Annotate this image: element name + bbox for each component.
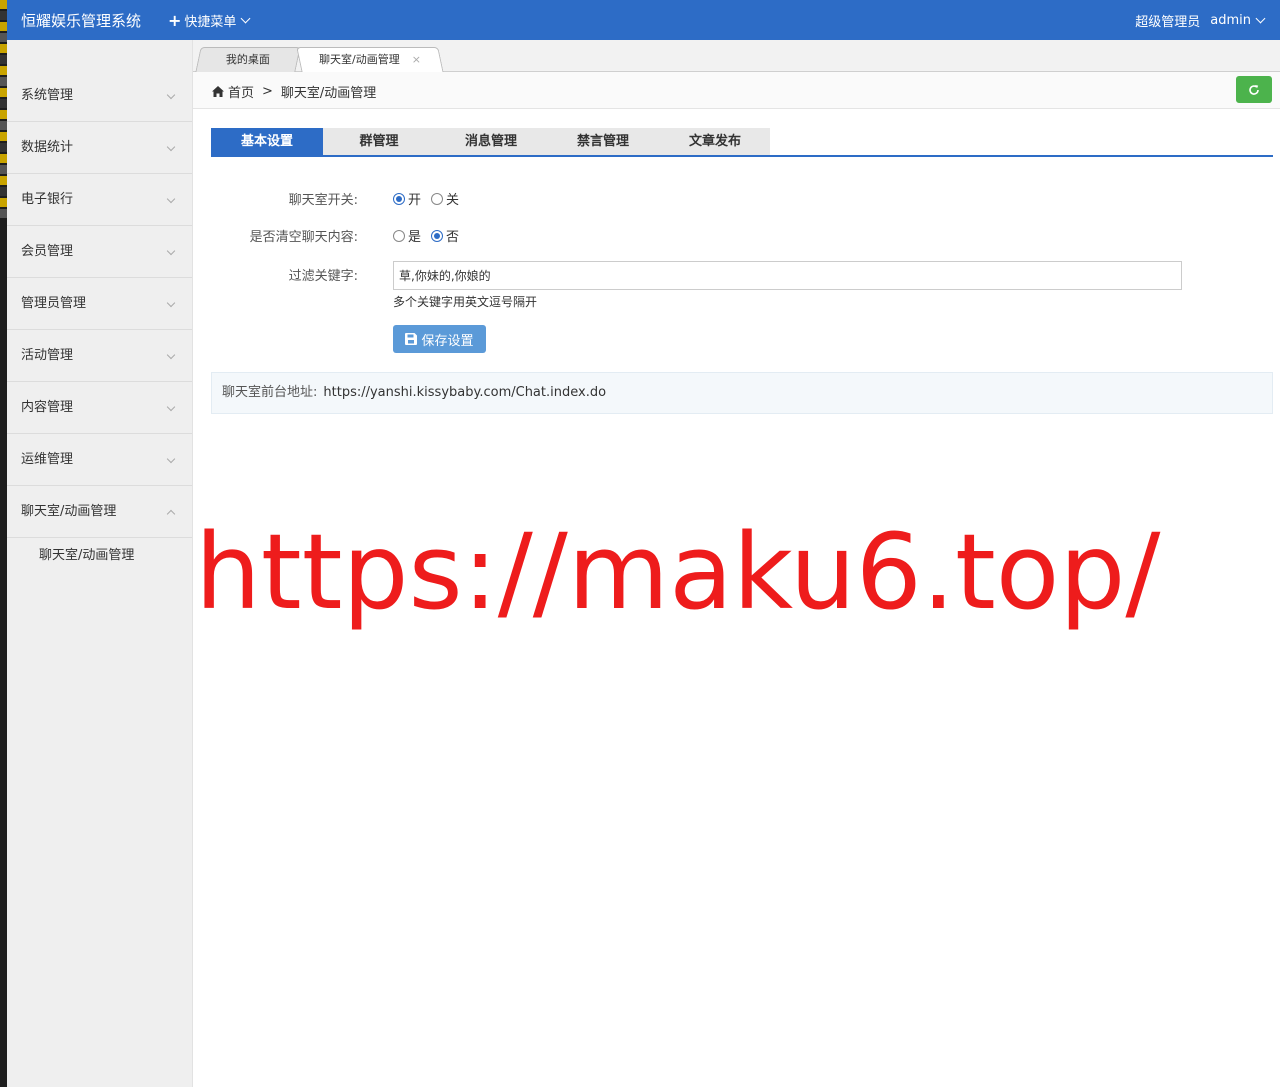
- sidebar-item-content[interactable]: 内容管理: [7, 382, 192, 434]
- user-menu[interactable]: 超级管理员 admin: [1135, 11, 1266, 30]
- tab-basic-settings[interactable]: 基本设置: [211, 128, 323, 155]
- sidebar-menu: 系统管理 数据统计 电子银行 会员管理 管理员管理 活动管理 内容管理 运维管理…: [7, 70, 192, 574]
- chevron-down-icon: [166, 298, 176, 308]
- brand-title: 恒耀娱乐管理系统: [21, 12, 142, 30]
- tab-group-management[interactable]: 群管理: [323, 128, 435, 155]
- keywords-label: 过滤关键字:: [288, 269, 358, 284]
- quick-menu-label: 快捷菜单: [184, 15, 237, 30]
- plus-icon: +: [168, 10, 182, 30]
- refresh-icon: [1249, 85, 1259, 95]
- tab-mute-management[interactable]: 禁言管理: [547, 128, 659, 155]
- tab-chatroom[interactable]: 聊天室/动画管理 ×: [296, 47, 444, 73]
- sidebar-item-ebank[interactable]: 电子银行: [7, 174, 192, 226]
- chevron-down-icon: [166, 350, 176, 360]
- keywords-input[interactable]: [393, 261, 1182, 290]
- chevron-down-icon: [166, 90, 176, 100]
- tab-message-management[interactable]: 消息管理: [435, 128, 547, 155]
- sidebar-item-members[interactable]: 会员管理: [7, 226, 192, 278]
- home-icon: [212, 86, 224, 97]
- radio-checked[interactable]: [431, 229, 444, 242]
- clear-content-radios: 是 否: [393, 226, 469, 245]
- breadcrumb: 首页 > 聊天室/动画管理: [212, 82, 376, 101]
- top-bar: 恒耀娱乐管理系统 + 快捷菜单 超级管理员 admin: [7, 0, 1280, 40]
- chatroom-address-box: 聊天室前台地址: https://yanshi.kissybaby.com/Cha…: [211, 372, 1273, 414]
- chat-switch-radios: 开 关: [393, 189, 469, 208]
- sidebar-item-system[interactable]: 系统管理: [7, 70, 192, 122]
- breadcrumb-separator: >: [262, 84, 273, 99]
- chevron-up-icon: [166, 509, 176, 519]
- address-url[interactable]: https://yanshi.kissybaby.com/Chat.index.…: [323, 385, 606, 400]
- sidebar-subitem-chatroom[interactable]: 聊天室/动画管理: [7, 538, 192, 574]
- tab-article-publish[interactable]: 文章发布: [659, 128, 771, 155]
- radio-unchecked[interactable]: [431, 192, 444, 205]
- user-name: admin: [1210, 13, 1251, 28]
- page-tab-bar: 我的桌面 聊天室/动画管理 ×: [193, 40, 1280, 73]
- radio-checked[interactable]: [393, 192, 405, 205]
- settings-tabs: 基本设置 群管理 消息管理 禁言管理 文章发布: [211, 126, 1273, 157]
- sidebar-item-activities[interactable]: 活动管理: [7, 330, 192, 382]
- sidebar: 系统管理 数据统计 电子银行 会员管理 管理员管理 活动管理 内容管理 运维管理…: [7, 40, 193, 1087]
- chevron-down-icon: [1255, 13, 1266, 24]
- keywords-hint: 多个关键字用英文逗号隔开: [393, 295, 538, 309]
- sidebar-item-admins[interactable]: 管理员管理: [7, 278, 192, 330]
- sidebar-item-statistics[interactable]: 数据统计: [7, 122, 192, 174]
- clear-content-no-option[interactable]: 否: [431, 226, 459, 245]
- chat-switch-on-option[interactable]: 开: [393, 189, 421, 208]
- chat-switch-label: 聊天室开关:: [288, 193, 358, 208]
- sidebar-item-operations[interactable]: 运维管理: [7, 434, 192, 486]
- radio-unchecked[interactable]: [393, 229, 405, 242]
- chevron-down-icon: [166, 246, 176, 256]
- save-settings-button[interactable]: 保存设置: [393, 325, 486, 353]
- chat-switch-off-option[interactable]: 关: [431, 189, 459, 208]
- tab-desktop[interactable]: 我的桌面: [195, 47, 301, 72]
- chevron-down-icon: [240, 13, 251, 24]
- close-icon[interactable]: ×: [412, 53, 421, 66]
- watermark-text: https://maku6.top/: [195, 511, 1161, 633]
- quick-menu-button[interactable]: + 快捷菜单: [168, 10, 251, 30]
- chevron-down-icon: [166, 402, 176, 412]
- clear-content-yes-option[interactable]: 是: [393, 226, 421, 245]
- clear-content-label: 是否清空聊天内容:: [249, 230, 358, 245]
- save-icon: [405, 333, 418, 345]
- breadcrumb-current: 聊天室/动画管理: [280, 86, 377, 101]
- chevron-down-icon: [166, 194, 176, 204]
- user-role: 超级管理员: [1135, 15, 1201, 30]
- main-content: 基本设置 群管理 消息管理 禁言管理 文章发布 聊天室开关: 开 关 是否清空聊…: [211, 126, 1273, 414]
- sidebar-item-chatroom[interactable]: 聊天室/动画管理: [7, 486, 192, 538]
- address-label: 聊天室前台地址:: [222, 385, 318, 400]
- chevron-down-icon: [166, 454, 176, 464]
- background-terminal-strip: [0, 0, 7, 1087]
- chevron-down-icon: [166, 142, 176, 152]
- breadcrumb-home[interactable]: 首页: [228, 82, 254, 101]
- refresh-button[interactable]: [1236, 76, 1272, 103]
- breadcrumb-bar: 首页 > 聊天室/动画管理: [193, 72, 1280, 109]
